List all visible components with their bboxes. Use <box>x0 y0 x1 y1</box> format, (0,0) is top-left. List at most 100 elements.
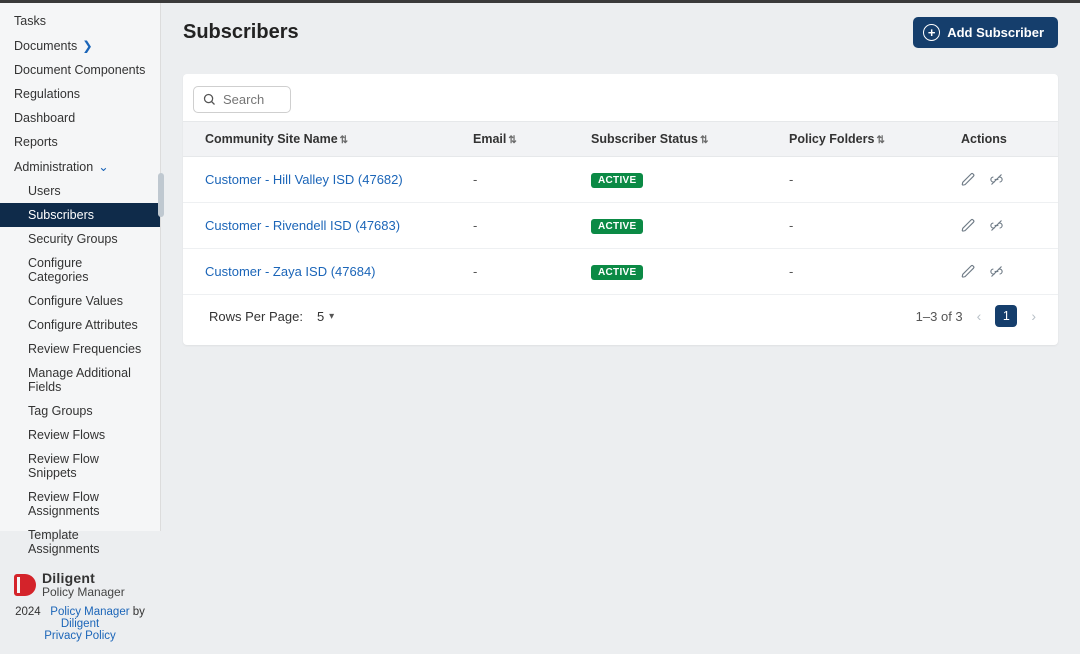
search-input[interactable] <box>223 92 279 107</box>
unlink-icon[interactable] <box>988 264 1005 279</box>
brand-line1: Diligent <box>42 571 125 586</box>
cell-folders: - <box>779 203 951 249</box>
brand: Diligent Policy Manager <box>14 571 146 598</box>
nav-admin-configure-values[interactable]: Configure Values <box>0 289 160 313</box>
footer-company-link[interactable]: Diligent <box>61 618 99 630</box>
nav-admin-security-groups[interactable]: Security Groups <box>0 227 160 251</box>
nav-document-components[interactable]: Document Components <box>0 58 160 82</box>
main: Subscribers + Add Subscriber Community S… <box>161 3 1080 531</box>
nav: Tasks Documents ❯ Document Components Re… <box>0 3 160 561</box>
subscribers-card: Community Site Name⇅ Email⇅ Subscriber S… <box>183 74 1058 345</box>
nav-label: Regulations <box>14 87 80 101</box>
col-email[interactable]: Email⇅ <box>463 122 581 157</box>
nav-admin-review-flow-snippets[interactable]: Review Flow Snippets <box>0 447 160 485</box>
rows-per-page-select[interactable]: 5 ▾ <box>317 309 334 324</box>
nav-label: Users <box>28 184 61 198</box>
sidebar-footer: Diligent Policy Manager 2024 Policy Mana… <box>0 561 160 654</box>
sort-icon: ⇅ <box>700 135 708 146</box>
subscriber-link[interactable]: Customer - Zaya ISD (47684) <box>205 264 376 279</box>
nav-label: Review Frequencies <box>28 342 141 356</box>
add-subscriber-label: Add Subscriber <box>947 25 1044 40</box>
table-header-row: Community Site Name⇅ Email⇅ Subscriber S… <box>183 122 1058 157</box>
pager-next[interactable]: › <box>1027 306 1040 326</box>
nav-admin-tag-groups[interactable]: Tag Groups <box>0 399 160 423</box>
cell-actions <box>951 203 1058 249</box>
edit-icon[interactable] <box>961 172 976 187</box>
footer-year: 2024 <box>15 606 41 618</box>
subscriber-link[interactable]: Customer - Rivendell ISD (47683) <box>205 218 400 233</box>
nav-label: Review Flow Assignments <box>28 490 146 518</box>
sidebar: Tasks Documents ❯ Document Components Re… <box>0 3 161 531</box>
subscribers-table: Community Site Name⇅ Email⇅ Subscriber S… <box>183 121 1058 295</box>
cell-email: - <box>463 203 581 249</box>
nav-regulations[interactable]: Regulations <box>0 82 160 106</box>
nav-admin-review-flow-assignments[interactable]: Review Flow Assignments <box>0 485 160 523</box>
nav-label: Subscribers <box>28 208 94 222</box>
search-box[interactable] <box>193 86 291 113</box>
table-row: Customer - Zaya ISD (47684) - ACTIVE - <box>183 249 1058 295</box>
nav-label: Review Flow Snippets <box>28 452 146 480</box>
chevron-right-icon: ❯ <box>82 38 92 53</box>
footer-privacy-link[interactable]: Privacy Policy <box>44 630 116 642</box>
nav-administration[interactable]: Administration ⌄ <box>0 154 160 179</box>
footer-line2: Privacy Policy <box>14 630 146 642</box>
sidebar-resize-handle[interactable] <box>158 173 164 217</box>
brand-line2: Policy Manager <box>42 586 125 599</box>
unlink-icon[interactable] <box>988 218 1005 233</box>
search-wrap <box>183 74 1058 121</box>
page-title: Subscribers <box>183 21 299 44</box>
col-policy-folders[interactable]: Policy Folders⇅ <box>779 122 951 157</box>
nav-admin-review-frequencies[interactable]: Review Frequencies <box>0 337 160 361</box>
rows-per-page-value: 5 <box>317 309 324 324</box>
edit-icon[interactable] <box>961 218 976 233</box>
cell-status: ACTIVE <box>581 203 779 249</box>
pager-current-page[interactable]: 1 <box>995 305 1017 327</box>
nav-label: Manage Additional Fields <box>28 366 146 394</box>
nav-tasks[interactable]: Tasks <box>0 9 160 33</box>
page-header: Subscribers + Add Subscriber <box>183 17 1058 48</box>
unlink-icon[interactable] <box>988 172 1005 187</box>
nav-label: Tasks <box>14 14 46 28</box>
cell-actions <box>951 249 1058 295</box>
nav-label: Review Flows <box>28 428 105 442</box>
caret-down-icon: ▾ <box>329 311 334 322</box>
cell-email: - <box>463 157 581 203</box>
cell-email: - <box>463 249 581 295</box>
nav-admin-template-assignments[interactable]: Template Assignments <box>0 523 160 561</box>
nav-reports[interactable]: Reports <box>0 130 160 154</box>
add-subscriber-button[interactable]: + Add Subscriber <box>913 17 1058 48</box>
nav-label: Documents <box>14 39 77 53</box>
cell-folders: - <box>779 249 951 295</box>
brand-text: Diligent Policy Manager <box>42 571 125 598</box>
nav-admin-subscribers[interactable]: Subscribers <box>0 203 160 227</box>
subscriber-link[interactable]: Customer - Hill Valley ISD (47682) <box>205 172 403 187</box>
table-footer: Rows Per Page: 5 ▾ 1–3 of 3 ‹ 1 › <box>183 295 1058 339</box>
cell-folders: - <box>779 157 951 203</box>
nav-documents[interactable]: Documents ❯ <box>0 33 160 58</box>
rows-per-page-label: Rows Per Page: <box>209 309 303 324</box>
chevron-down-icon: ⌄ <box>98 159 108 174</box>
pager-prev[interactable]: ‹ <box>973 306 986 326</box>
nav-label: Configure Categories <box>28 256 146 284</box>
nav-admin-manage-additional-fields[interactable]: Manage Additional Fields <box>0 361 160 399</box>
cell-status: ACTIVE <box>581 249 779 295</box>
footer-product-link[interactable]: Policy Manager <box>50 606 129 618</box>
nav-dashboard[interactable]: Dashboard <box>0 106 160 130</box>
col-community-site-name[interactable]: Community Site Name⇅ <box>183 122 463 157</box>
edit-icon[interactable] <box>961 264 976 279</box>
rows-per-page: Rows Per Page: 5 ▾ <box>209 309 334 324</box>
nav-label: Configure Values <box>28 294 123 308</box>
nav-label: Security Groups <box>28 232 118 246</box>
nav-label: Configure Attributes <box>28 318 138 332</box>
nav-admin-review-flows[interactable]: Review Flows <box>0 423 160 447</box>
nav-admin-configure-categories[interactable]: Configure Categories <box>0 251 160 289</box>
footer-line1: 2024 Policy Manager by Diligent <box>14 606 146 630</box>
nav-admin-users[interactable]: Users <box>0 179 160 203</box>
nav-admin-configure-attributes[interactable]: Configure Attributes <box>0 313 160 337</box>
status-badge: ACTIVE <box>591 265 643 280</box>
nav-label: Administration <box>14 160 93 174</box>
col-subscriber-status[interactable]: Subscriber Status⇅ <box>581 122 779 157</box>
table-row: Customer - Hill Valley ISD (47682) - ACT… <box>183 157 1058 203</box>
sort-icon: ⇅ <box>508 135 516 146</box>
footer-by: by <box>133 606 145 618</box>
